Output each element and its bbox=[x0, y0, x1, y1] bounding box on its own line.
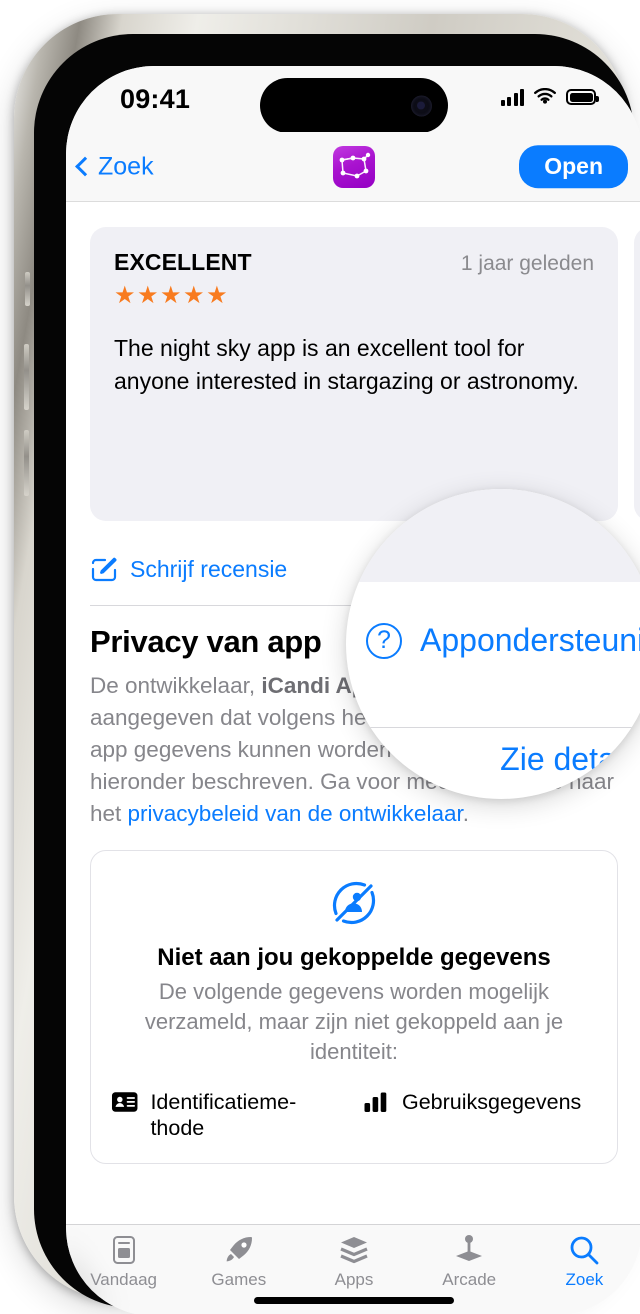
magnified-see-details-link[interactable]: Zie details bbox=[500, 741, 640, 778]
list-item: Gebruiksgegevens bbox=[362, 1090, 597, 1142]
question-circle-icon: ? bbox=[366, 622, 402, 659]
tab-label: Vandaag bbox=[90, 1270, 157, 1289]
battery-full-icon bbox=[566, 89, 599, 105]
wifi-icon bbox=[534, 88, 556, 104]
tab-vandaag[interactable]: Vandaag bbox=[66, 1225, 181, 1314]
status-bar: 09:41 bbox=[66, 66, 640, 133]
identification-card-icon bbox=[111, 1091, 138, 1112]
silent-switch[interactable] bbox=[25, 272, 30, 306]
document-icon bbox=[112, 1236, 135, 1264]
navigation-bar: Zoek Open bbox=[66, 132, 640, 202]
reviews-carousel[interactable]: EXCELLENT 1 jaar geleden ★★★★★ The night… bbox=[66, 203, 640, 533]
cellular-bars-icon bbox=[500, 88, 524, 106]
review-card[interactable] bbox=[634, 227, 640, 521]
constellation-app-icon[interactable] bbox=[333, 145, 375, 188]
status-bar-indicators bbox=[500, 88, 599, 106]
tab-zoek[interactable]: Zoek bbox=[527, 1225, 640, 1314]
list-item-label: Gebruiksgegevens bbox=[402, 1089, 582, 1114]
review-header: EXCELLENT 1 jaar geleden bbox=[114, 249, 594, 276]
review-title: EXCELLENT bbox=[114, 249, 252, 275]
privacy-hand-slash-icon bbox=[332, 881, 376, 924]
back-button[interactable]: Zoek bbox=[75, 152, 154, 181]
tab-label: Apps bbox=[334, 1270, 374, 1289]
pencil-square-icon bbox=[91, 557, 117, 582]
home-indicator[interactable] bbox=[254, 1297, 454, 1304]
magnified-app-support-label: Appondersteuning bbox=[420, 622, 640, 658]
chevron-left-icon bbox=[75, 156, 95, 177]
phone-frame: 09:41 Zoek Open EXCELLENT 1 jaar geleden… bbox=[14, 14, 640, 1314]
bar-chart-icon bbox=[364, 1092, 387, 1112]
data-card-title: Niet aan jou gekoppelde gegevens bbox=[157, 943, 551, 971]
review-rating-stars: ★★★★★ bbox=[114, 282, 230, 309]
magnified-app-support-button[interactable]: ? Appondersteuning bbox=[366, 622, 640, 659]
stack-icon bbox=[340, 1237, 368, 1264]
privacy-desc-part3: . bbox=[462, 800, 469, 826]
list-item-label: Identificatieme-thode bbox=[150, 1089, 297, 1140]
data-card-subtitle: De volgende gegevens worden mogelijk ver… bbox=[144, 978, 564, 1065]
magnifier-card-bg bbox=[346, 489, 640, 582]
data-category-list: Identificatieme-thode Gebruiksgegevens bbox=[111, 1090, 597, 1142]
privacy-desc-part1: De ontwikkelaar, bbox=[90, 673, 262, 698]
open-button[interactable]: Open bbox=[519, 144, 628, 189]
review-card[interactable]: EXCELLENT 1 jaar geleden ★★★★★ The night… bbox=[90, 227, 618, 521]
tab-label: Arcade bbox=[442, 1270, 497, 1289]
write-review-button[interactable]: Schrijf recensie bbox=[90, 555, 287, 583]
screenshot-stage: 09:41 Zoek Open EXCELLENT 1 jaar geleden… bbox=[0, 0, 640, 1314]
volume-up-button[interactable] bbox=[24, 344, 29, 410]
review-body: The night sky app is an excellent tool f… bbox=[114, 335, 579, 394]
phone-bezel: 09:41 Zoek Open EXCELLENT 1 jaar geleden… bbox=[34, 34, 640, 1314]
volume-down-button[interactable] bbox=[24, 430, 29, 496]
rocket-icon bbox=[226, 1237, 252, 1262]
magnified-divider bbox=[346, 727, 640, 728]
magnifier-content: ? Appondersteuning Zie details bbox=[346, 489, 640, 799]
back-button-label: Zoek bbox=[98, 152, 154, 180]
front-camera-icon bbox=[411, 95, 432, 116]
search-icon bbox=[571, 1236, 599, 1265]
dynamic-island bbox=[260, 78, 448, 133]
write-review-label: Schrijf recensie bbox=[130, 555, 288, 582]
tab-label: Games bbox=[211, 1270, 267, 1289]
status-bar-time: 09:41 bbox=[120, 84, 191, 114]
page-title: Privacy van app bbox=[90, 624, 322, 659]
joystick-icon bbox=[456, 1235, 483, 1261]
magnifier-callout: ? Appondersteuning Zie details bbox=[346, 489, 640, 799]
list-item: Identificatieme-thode bbox=[111, 1090, 346, 1142]
developer-privacy-policy-link[interactable]: privacybeleid van de ontwikkelaar bbox=[128, 801, 463, 826]
review-date: 1 jaar geleden bbox=[460, 252, 594, 275]
privacy-data-card: Niet aan jou gekoppelde gegevens De volg… bbox=[90, 849, 618, 1165]
phone-screen: 09:41 Zoek Open EXCELLENT 1 jaar geleden… bbox=[66, 66, 640, 1314]
tab-label: Zoek bbox=[565, 1270, 604, 1289]
